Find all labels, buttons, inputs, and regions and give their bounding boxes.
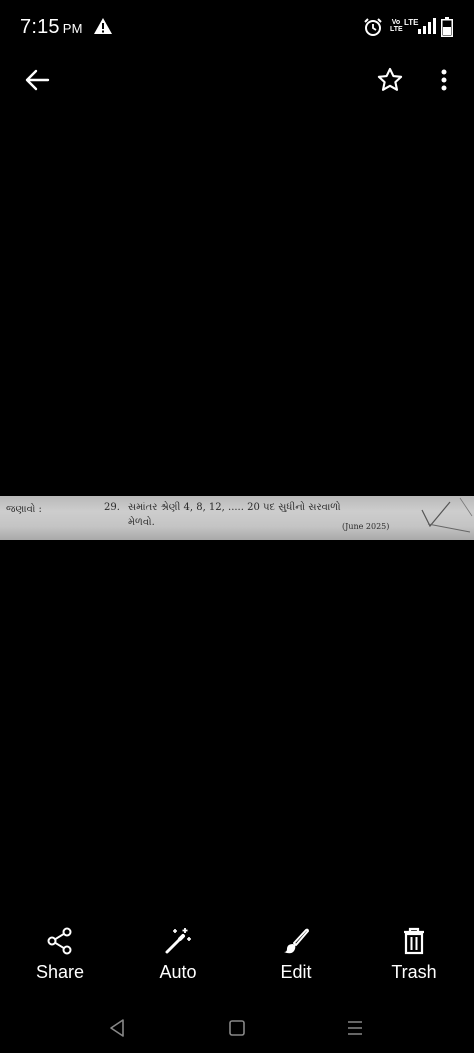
- status-bar: 7:15 PM Vo LTE LTE: [0, 0, 474, 56]
- star-outline-icon: [377, 67, 403, 91]
- nav-back-button[interactable]: [102, 1013, 132, 1043]
- back-button[interactable]: [20, 64, 54, 96]
- brush-icon: [284, 928, 309, 954]
- trash-label: Trash: [391, 962, 437, 982]
- photo-question-line2: મેળવો.: [128, 517, 155, 528]
- nav-home-button[interactable]: [222, 1013, 252, 1043]
- status-time-value: 7:15: [20, 16, 60, 38]
- magic-wand-icon: [165, 928, 191, 954]
- nav-home-icon: [229, 1020, 245, 1036]
- volte-line2: LTE: [390, 26, 403, 33]
- photo-year-note: (June 2025): [342, 522, 390, 531]
- more-options-button[interactable]: [432, 62, 456, 98]
- status-time: 7:15 PM: [20, 16, 83, 39]
- photo-question-line1: સમાંતર શ્રેણી 4, 8, 12, ..... 20 પદ સુધી…: [128, 502, 341, 513]
- battery-icon: [441, 17, 453, 37]
- share-label: Share: [35, 962, 85, 982]
- bottom-action-bar: Share Auto Edit Trash: [0, 922, 474, 992]
- photo-pen-marks: [421, 497, 473, 533]
- warning-icon: [94, 18, 112, 34]
- photo-text-left-label: જણાવો :: [6, 504, 42, 515]
- nav-menu-button[interactable]: [340, 1013, 370, 1043]
- auto-button[interactable]: Auto: [133, 922, 223, 992]
- edit-button[interactable]: Edit: [251, 922, 341, 992]
- volte-icon: Vo LTE: [390, 19, 403, 33]
- system-nav-bar: [0, 1003, 474, 1053]
- top-app-bar: [0, 56, 474, 104]
- trash-icon: [404, 927, 424, 955]
- photo-question-number: 29.: [104, 502, 120, 513]
- favorite-button[interactable]: [372, 62, 408, 98]
- share-icon: [47, 927, 72, 955]
- more-vert-icon: [441, 69, 447, 91]
- photo-view[interactable]: જણાવો : 29. સમાંતર શ્રેણી 4, 8, 12, ....…: [0, 496, 474, 540]
- status-time-ampm: PM: [62, 21, 83, 36]
- alarm-icon: [364, 18, 382, 36]
- nav-back-icon: [110, 1019, 124, 1037]
- trash-button[interactable]: Trash: [369, 922, 459, 992]
- volte-line1: Vo: [391, 19, 401, 26]
- lte-icon: LTE: [404, 18, 419, 27]
- signal-icon: [418, 18, 436, 34]
- auto-label: Auto: [159, 962, 197, 982]
- back-arrow-icon: [25, 69, 50, 91]
- nav-menu-icon: [348, 1021, 362, 1035]
- edit-label: Edit: [280, 962, 312, 982]
- share-button[interactable]: Share: [15, 922, 105, 992]
